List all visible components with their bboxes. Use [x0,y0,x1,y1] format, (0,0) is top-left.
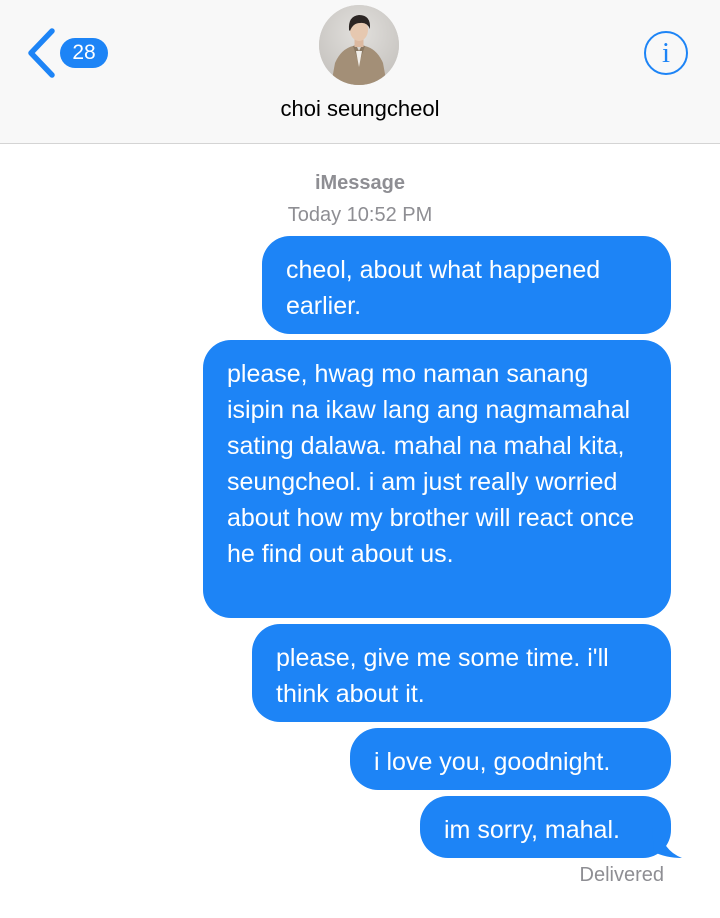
message-timestamp: Today 10:52 PM [287,204,433,226]
service-label: iMessage [314,172,406,194]
avatar[interactable] [319,5,399,85]
contact-name[interactable]: choi seungcheol [0,96,720,122]
chevron-left-icon [28,28,55,78]
imessage-screen: 28 choi seungcheol i iMessage Today 10:5… [0,0,720,918]
message-bubble[interactable]: please, hwag mo naman sanang isipin na i… [203,340,671,618]
message-bubble[interactable]: im sorry, mahal. [420,796,671,858]
unread-count-badge: 28 [60,38,108,68]
contact-photo [319,5,399,85]
message-bubble[interactable]: please, give me some time. i'll think ab… [252,624,671,722]
delivery-status: Delivered [579,864,664,886]
message-bubble[interactable]: i love you, goodnight. [350,728,671,790]
bubble-tail [652,828,682,858]
message-bubble[interactable]: cheol, about what happened earlier. [262,236,671,334]
info-circle-icon[interactable]: i [644,31,688,75]
conversation-header: 28 choi seungcheol i [0,0,720,144]
back-button[interactable]: 28 [26,24,108,82]
